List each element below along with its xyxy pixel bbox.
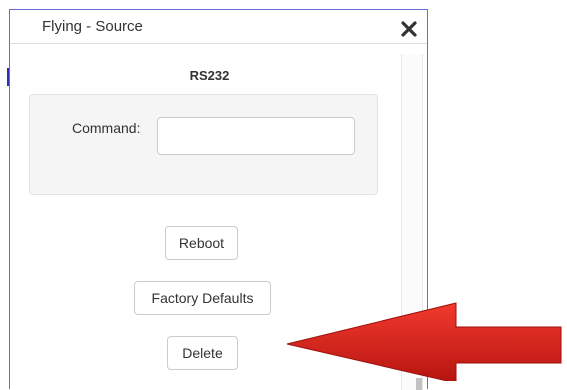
close-icon[interactable] — [401, 21, 417, 37]
command-label: Command: — [72, 120, 141, 136]
dialog-window: Flying - Source RS232 Command: Reboot Fa… — [9, 9, 428, 390]
section-title-rs232: RS232 — [189, 68, 230, 83]
command-form-well: Command: — [29, 94, 378, 195]
scrollbar-thumb[interactable] — [416, 378, 422, 390]
reboot-button[interactable]: Reboot — [165, 226, 238, 260]
dialog-body: RS232 Command: Reboot Factory Defaults D… — [21, 55, 398, 390]
delete-button[interactable]: Delete — [167, 336, 238, 370]
dialog-title: Flying - Source — [42, 18, 143, 35]
dialog-titlebar: Flying - Source — [10, 10, 427, 44]
scrollbar-track[interactable] — [401, 54, 423, 390]
command-input[interactable] — [157, 117, 355, 155]
factory-defaults-button[interactable]: Factory Defaults — [134, 281, 271, 315]
